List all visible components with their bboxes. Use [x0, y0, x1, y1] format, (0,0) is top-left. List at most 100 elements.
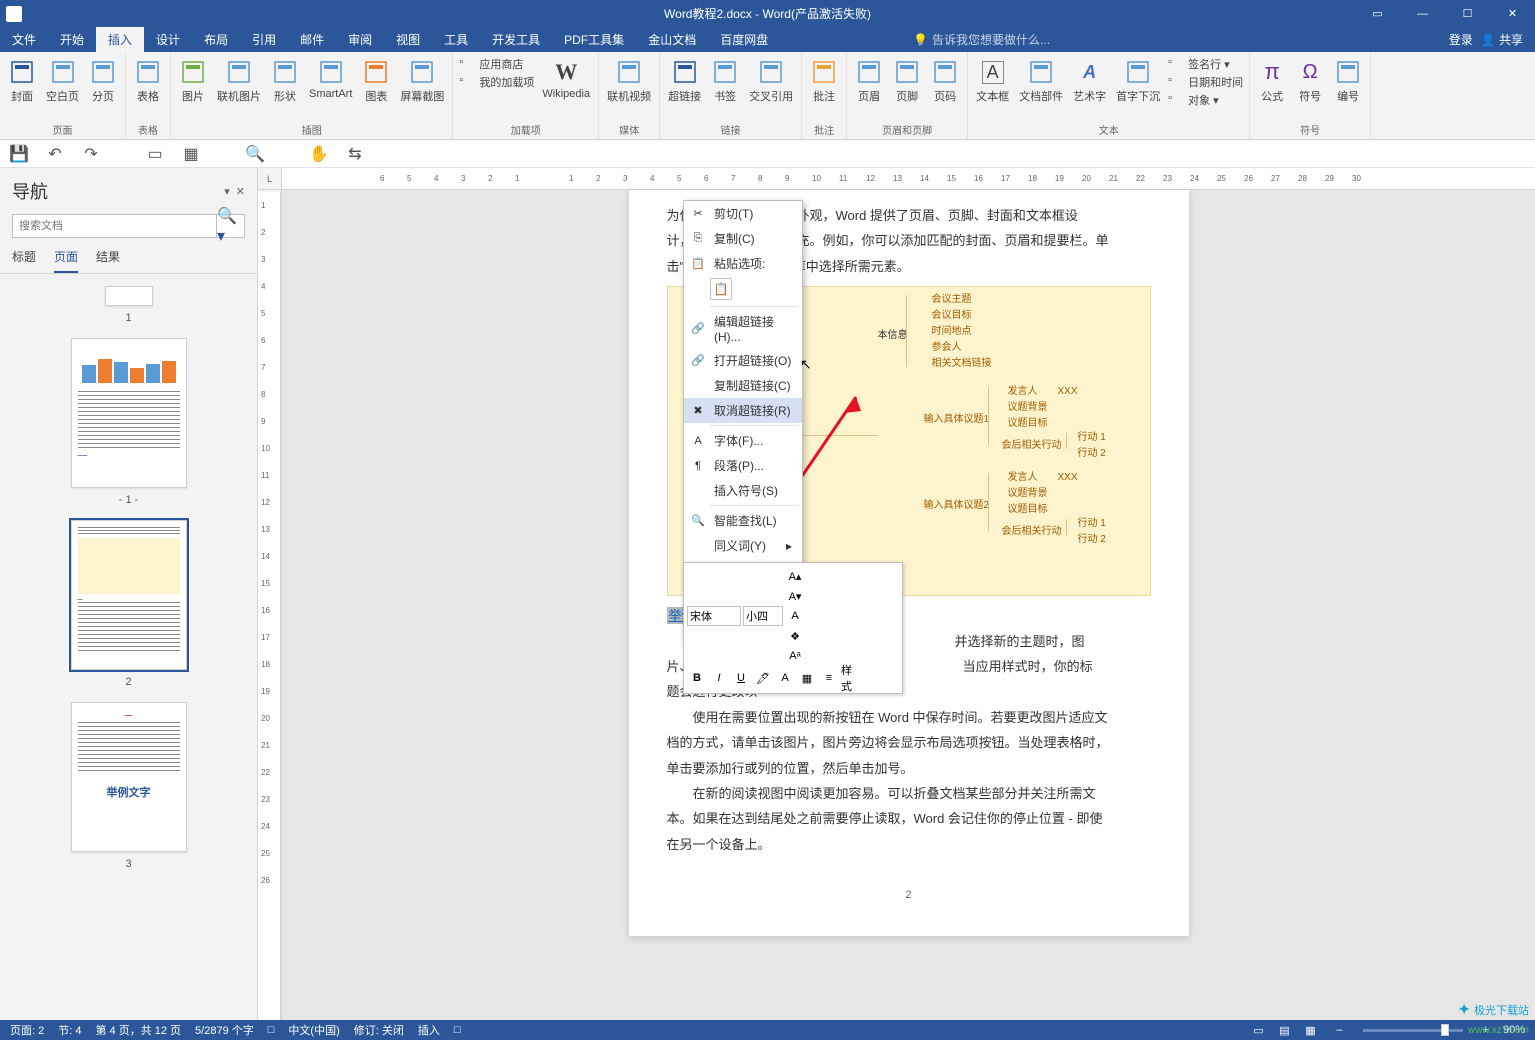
- status-words[interactable]: 5/2879 个字: [195, 1022, 254, 1038]
- tab-布局[interactable]: 布局: [192, 27, 240, 52]
- mini-btn[interactable]: ≡: [819, 668, 839, 688]
- ctx-编辑超链接(H)...[interactable]: 🔗编辑超链接(H)...: [684, 309, 802, 348]
- status-insert[interactable]: 插入: [418, 1022, 440, 1038]
- shapes[interactable]: 形状: [269, 56, 301, 106]
- mini-size[interactable]: [743, 606, 783, 626]
- drop-cap[interactable]: 首字下沉: [1114, 56, 1162, 106]
- screenshot[interactable]: 屏幕截图: [398, 56, 446, 106]
- mini-btn[interactable]: Aᵃ: [785, 646, 805, 666]
- header[interactable]: 页眉: [853, 56, 885, 106]
- thumb-0[interactable]: [105, 286, 153, 306]
- status-lang[interactable]: 中文(中国): [288, 1022, 339, 1038]
- tab-开始[interactable]: 开始: [48, 27, 96, 52]
- mini-btn[interactable]: A▾: [785, 586, 805, 606]
- ctx-取消超链接(R)[interactable]: ✖取消超链接(R): [684, 398, 802, 423]
- ctx-复制超链接(C)[interactable]: 复制超链接(C): [684, 373, 802, 398]
- ctx-复制(C)[interactable]: ⎘复制(C): [684, 226, 802, 251]
- ctx-同义词(Y)[interactable]: 同义词(Y)▸: [684, 533, 802, 558]
- zoom-out[interactable]: –: [1336, 1024, 1342, 1036]
- ctx-剪切(T)[interactable]: ✂剪切(T): [684, 201, 802, 226]
- tab-审阅[interactable]: 审阅: [336, 27, 384, 52]
- status-section[interactable]: 节: 4: [58, 1022, 81, 1038]
- nav-close-icon[interactable]: ✕: [236, 185, 245, 198]
- cover-page[interactable]: 封面: [6, 56, 38, 106]
- ctx-粘贴选项:[interactable]: 📋粘贴选项:: [684, 251, 802, 276]
- table[interactable]: 表格: [132, 56, 164, 106]
- chart[interactable]: 图表: [360, 56, 392, 106]
- paste-option-icon[interactable]: 📋: [710, 278, 732, 300]
- qat-btn-1[interactable]: ▭: [144, 143, 166, 165]
- view-read-icon[interactable]: ▭: [1246, 1024, 1270, 1037]
- wordart[interactable]: A艺术字: [1071, 56, 1108, 106]
- ctx-段落(P)...[interactable]: ¶段落(P)...: [684, 453, 802, 478]
- object[interactable]: ▫对象 ▾: [1168, 92, 1243, 108]
- hyperlink[interactable]: 超链接: [666, 56, 703, 106]
- maximize-button[interactable]: ☐: [1445, 0, 1490, 27]
- equation[interactable]: π公式: [1256, 56, 1288, 106]
- qat-btn-4[interactable]: ✋: [308, 143, 330, 165]
- online-video[interactable]: 联机视频: [605, 56, 653, 106]
- document-area[interactable]: 1234567891011121314151617181920212223242…: [282, 168, 1535, 1020]
- close-button[interactable]: ✕: [1490, 0, 1535, 27]
- mini-btn[interactable]: U: [731, 668, 751, 688]
- thumb-3[interactable]: ━━━ 举例文字: [71, 702, 187, 852]
- tab-开发工具[interactable]: 开发工具: [480, 27, 552, 52]
- status-pages[interactable]: 第 4 页，共 12 页: [95, 1022, 181, 1038]
- status-lang-icon[interactable]: □: [268, 1024, 275, 1036]
- tab-设计[interactable]: 设计: [144, 27, 192, 52]
- nav-tab-页面[interactable]: 页面: [54, 248, 78, 273]
- page-break[interactable]: 分页: [87, 56, 119, 106]
- undo-icon[interactable]: ↶: [44, 143, 66, 165]
- login-button[interactable]: 登录: [1449, 31, 1473, 48]
- nav-dropdown-icon[interactable]: ▾: [224, 185, 230, 198]
- store[interactable]: ▫应用商店: [459, 56, 534, 72]
- cross-ref[interactable]: 交叉引用: [747, 56, 795, 106]
- mini-btn[interactable]: 样式: [841, 668, 861, 688]
- qat-btn-2[interactable]: ▦: [180, 143, 202, 165]
- quick-parts[interactable]: 文档部件: [1017, 56, 1065, 106]
- ctx-字体(F)...[interactable]: A字体(F)...: [684, 428, 802, 453]
- tab-插入[interactable]: 插入: [96, 27, 144, 52]
- mini-btn[interactable]: 🖊: [753, 668, 773, 688]
- minimize-button[interactable]: —: [1400, 0, 1445, 27]
- nav-tab-标题[interactable]: 标题: [12, 248, 36, 273]
- tab-金山文档[interactable]: 金山文档: [636, 27, 708, 52]
- datetime[interactable]: ▫日期和时间: [1168, 74, 1243, 90]
- mini-btn[interactable]: ❖: [785, 626, 805, 646]
- symbol[interactable]: Ω符号: [1294, 56, 1326, 106]
- tab-PDF工具集[interactable]: PDF工具集: [552, 27, 636, 52]
- page-number[interactable]: 页码: [929, 56, 961, 106]
- thumb-1[interactable]: ━━━━: [71, 338, 187, 488]
- mini-btn[interactable]: I: [709, 668, 729, 688]
- search-icon[interactable]: 🔍▾: [216, 215, 244, 237]
- tab-邮件[interactable]: 邮件: [288, 27, 336, 52]
- wikipedia[interactable]: WWikipedia: [540, 56, 592, 102]
- mini-btn[interactable]: B: [687, 668, 707, 688]
- number[interactable]: 编号: [1332, 56, 1364, 106]
- footer[interactable]: 页脚: [891, 56, 923, 106]
- ctx-打开超链接(O)[interactable]: 🔗打开超链接(O): [684, 348, 802, 373]
- tell-me[interactable]: 💡 告诉我您想要做什么...: [913, 27, 1050, 52]
- zoom-slider[interactable]: [1363, 1029, 1463, 1032]
- tab-视图[interactable]: 视图: [384, 27, 432, 52]
- qat-btn-5[interactable]: ⇆: [344, 143, 366, 165]
- search-input[interactable]: [13, 215, 216, 237]
- nav-search[interactable]: 🔍▾: [12, 214, 245, 238]
- mini-btn[interactable]: ▦: [797, 668, 817, 688]
- save-icon[interactable]: 💾: [8, 143, 30, 165]
- my-addins[interactable]: ▫我的加载项: [459, 74, 534, 90]
- mini-btn[interactable]: A: [775, 668, 795, 688]
- mini-font[interactable]: [687, 606, 741, 626]
- bookmark[interactable]: 书签: [709, 56, 741, 106]
- online-picture[interactable]: 联机图片: [215, 56, 263, 106]
- ctx-插入符号(S)[interactable]: 插入符号(S): [684, 478, 802, 503]
- thumb-2[interactable]: ━━: [71, 520, 187, 670]
- ctx-智能查找(L)[interactable]: 🔍智能查找(L): [684, 508, 802, 533]
- view-web-icon[interactable]: ▦: [1298, 1024, 1322, 1037]
- tab-百度网盘[interactable]: 百度网盘: [708, 27, 780, 52]
- view-print-icon[interactable]: ▤: [1272, 1024, 1296, 1037]
- picture[interactable]: 图片: [177, 56, 209, 106]
- smartart[interactable]: SmartArt: [307, 56, 354, 102]
- textbox[interactable]: A文本框: [974, 56, 1011, 106]
- status-page[interactable]: 页面: 2: [10, 1022, 44, 1038]
